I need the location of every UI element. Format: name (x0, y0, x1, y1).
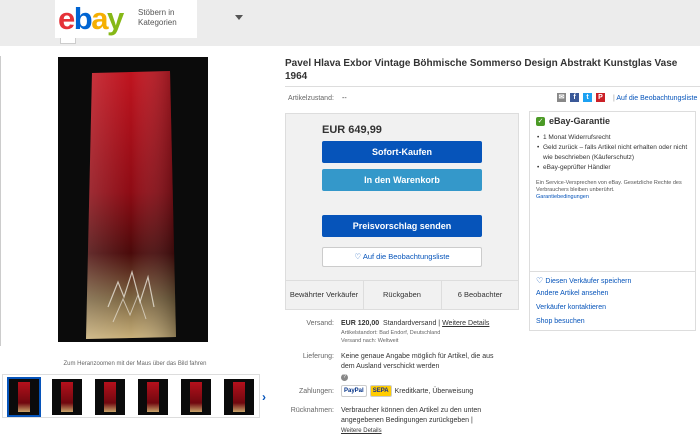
payment-label: Zahlungen: (298, 388, 334, 395)
returns-details-link[interactable]: Weitere Details (341, 426, 481, 436)
heart-icon: ♡ (354, 252, 363, 261)
delivery-text: dem Ausland verschickt werden (341, 363, 440, 370)
condition-value: -- (342, 95, 347, 102)
thumbnail-image (190, 382, 202, 412)
make-offer-button[interactable]: Preisvorschlag senden (322, 215, 482, 237)
chevron-right-icon[interactable]: › (262, 390, 266, 404)
other-items-link[interactable]: Andere Artikel ansehen (536, 290, 608, 297)
thumbnail[interactable] (7, 377, 41, 417)
watchlist-link[interactable]: | Auf die Beobachtungsliste (613, 95, 697, 102)
shipping-price: EUR 120,00 (341, 320, 380, 327)
zoom-hint: Zum Heranzoomen mit der Maus über das Bi… (63, 361, 207, 367)
thumbnail[interactable] (52, 379, 82, 415)
twitter-icon[interactable]: t (583, 93, 592, 102)
ebay-logo[interactable]: ebay (58, 2, 124, 36)
thumbnail-image (61, 382, 73, 412)
image-divider (0, 56, 1, 346)
shipping-label: Versand: (306, 320, 334, 327)
top-bar: ebay Stöbern in Kategorien (0, 0, 700, 40)
thumbnail[interactable] (138, 379, 168, 415)
info-icon[interactable]: ? (341, 374, 348, 381)
guarantee-terms-link[interactable]: Garantiebedingungen (536, 194, 589, 200)
pinterest-icon[interactable]: P (596, 93, 605, 102)
divider (285, 86, 700, 87)
contact-seller-link[interactable]: Verkäufer kontaktieren (536, 304, 606, 311)
returns-text: angegebenen Bedingungen zurückgeben | (341, 417, 473, 424)
thumbnail-image (104, 382, 116, 412)
facebook-icon[interactable]: f (570, 93, 579, 102)
thumbnail-image (233, 382, 245, 412)
visit-shop-link[interactable]: Shop besuchen (536, 318, 585, 325)
shipping-type: Standardversand (383, 320, 437, 327)
add-to-cart-button[interactable]: In den Warenkorb (322, 169, 482, 191)
logo-area: ebay Stöbern in Kategorien (55, 0, 243, 38)
delivery-info: Keine genaue Angabe möglich für Artikel,… (341, 352, 494, 382)
item-title: Pavel Hlava Exbor Vintage Böhmische Somm… (285, 58, 678, 82)
thumbnail-image (147, 382, 159, 412)
guarantee-item: 1 Monat Widerrufsrecht (536, 133, 696, 143)
guarantee-list: 1 Monat Widerrufsrecht Geld zurück – fal… (536, 133, 696, 173)
header-tab (60, 38, 76, 44)
buy-now-button[interactable]: Sofort-Kaufen (322, 141, 482, 163)
price: EUR 649,99 (322, 124, 382, 136)
delivery-label: Lieferung: (302, 353, 334, 360)
email-icon[interactable]: ✉ (557, 93, 566, 102)
shipping-info: EUR 120,00 Standardversand | Weitere Det… (341, 320, 490, 344)
returns-label: Rücknahmen: (290, 407, 334, 414)
stat-returns[interactable]: Rückgaben (363, 281, 441, 311)
stat-watchers: 6 Beobachter (457, 290, 503, 299)
save-seller-link[interactable]: ♡ Diesen Verkäufer speichern (536, 276, 631, 285)
guarantee-item: Geld zurück – falls Artikel nicht erhalt… (536, 143, 696, 163)
main-product-image[interactable] (58, 57, 208, 342)
paypal-icon: PayPal (341, 385, 367, 397)
categories-button[interactable]: Stöbern in Kategorien (138, 8, 188, 28)
returns-text: Verbraucher können den Artikel zu den un… (341, 407, 482, 414)
item-location: Artikelstandort: Bad Endorf, Deutschland (341, 330, 441, 336)
thumbnail-image (18, 382, 30, 412)
guarantee-title: eBay-Garantie (549, 116, 611, 126)
guarantee-item: eBay-geprüfter Händler (536, 163, 696, 173)
stat-top-seller: Bewährter Verkäufer (289, 290, 359, 299)
check-shield-icon: ✓ (536, 117, 545, 126)
sepa-icon: SEPA (369, 385, 392, 397)
returns-info: Verbraucher können den Artikel zu den un… (341, 406, 481, 436)
ships-to: Versand nach: Weltweit (341, 338, 399, 344)
thumbnail[interactable] (181, 379, 211, 415)
shipping-details-link[interactable]: Weitere Details (442, 320, 489, 327)
chevron-down-icon[interactable] (235, 15, 243, 20)
condition-label: Artikelzustand: (288, 95, 334, 102)
thumbnail[interactable] (224, 379, 254, 415)
divider (529, 271, 696, 272)
stats-row: Bewährter Verkäufer Rückgaben 6 Beobacht… (285, 280, 519, 310)
delivery-text: Keine genaue Angabe möglich für Artikel,… (341, 353, 494, 360)
thumbnail[interactable] (95, 379, 125, 415)
add-to-watchlist-button[interactable]: ♡ Auf die Beobachtungsliste (322, 247, 482, 267)
heart-icon: ♡ (536, 276, 546, 285)
guarantee-note: Ein Service-Versprechen von eBay. Gesetz… (536, 180, 682, 200)
payment-methods: Kreditkarte, Überweisung (394, 387, 474, 395)
thumbnail-strip (2, 374, 260, 418)
payment-info: PayPal SEPA Kreditkarte, Überweisung (341, 385, 473, 397)
vase-illustration (86, 71, 176, 339)
